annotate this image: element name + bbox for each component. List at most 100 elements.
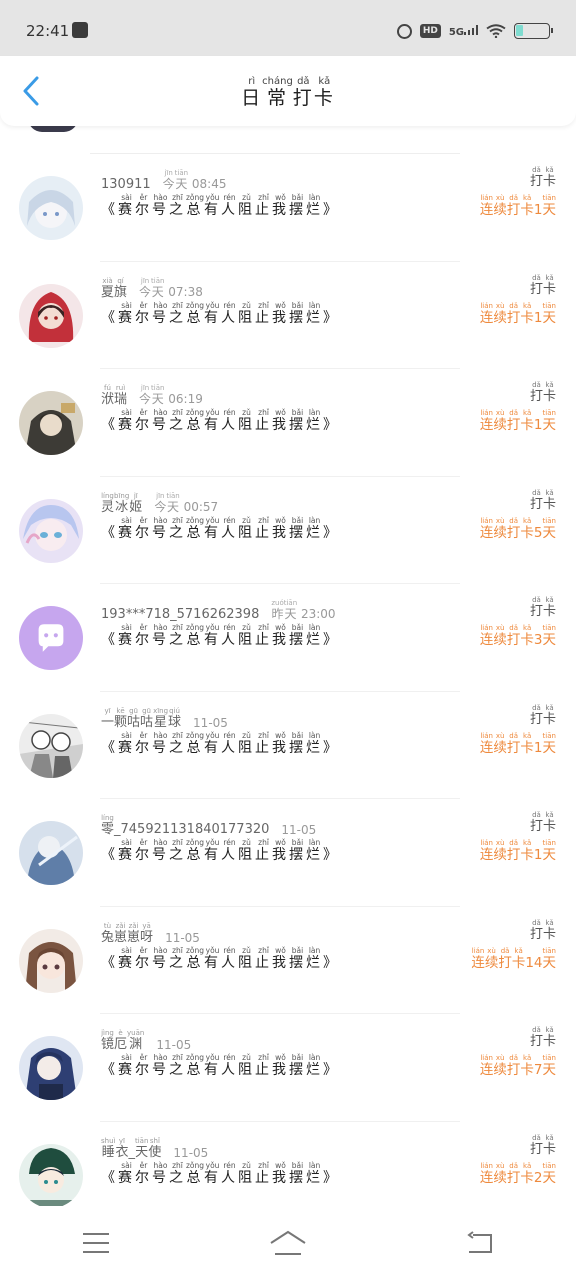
checkin-label: 打dǎ卡kǎ xyxy=(530,166,556,189)
user-name[interactable]: 193***718_5716262398 xyxy=(101,607,259,622)
user-name-char: 睡shuì xyxy=(101,1136,116,1160)
post-title-char: 尔ěr xyxy=(135,515,152,541)
post-title-char: 止zhǐ xyxy=(255,623,273,648)
post-title-text: 《赛sài尔ěr号hào之zhī总zǒng有yǒu人rén阻zǔ止zhǐ我wǒ摆… xyxy=(101,300,341,326)
home-button[interactable] xyxy=(258,1223,318,1263)
avatar[interactable] xyxy=(19,606,83,670)
avatar[interactable] xyxy=(19,1143,83,1208)
avatar[interactable] xyxy=(19,928,83,993)
post-title-text: 《赛sài尔ěr号hào之zhī总zǒng有yǒu人rén阻zǔ止zhǐ我wǒ摆… xyxy=(101,730,341,756)
streak-char: 连lián xyxy=(479,1161,494,1186)
post-time-char: 今jīn xyxy=(139,276,152,299)
user-name[interactable]: 镜jìng厄è渊yuān xyxy=(101,1029,144,1052)
back-nav-button[interactable] xyxy=(450,1223,510,1263)
post-title[interactable]: 《赛sài尔ěr号hào之zhī总zǒng有yǒu人rén阻zǔ止zhǐ我wǒ摆… xyxy=(101,193,340,219)
post-title-char: 之zhī xyxy=(169,1160,186,1186)
streak-char: 天tiān xyxy=(542,946,557,971)
avatar[interactable] xyxy=(19,821,83,885)
post-title-char: 我wǒ xyxy=(272,730,290,756)
post-title[interactable]: 《赛sài尔ěr号hào之zhī总zǒng有yǒu人rén阻zǔ止zhǐ我wǒ摆… xyxy=(101,1053,340,1079)
post-time: 昨zuó天tiān 23:00 xyxy=(271,599,335,622)
post-time: 11-05 xyxy=(281,823,316,837)
post-title-char: 有yǒu xyxy=(204,1160,222,1186)
post-time-char: 昨zuó xyxy=(271,599,284,621)
post-title-char: 止zhǐ xyxy=(255,945,273,971)
post-title-char: 赛sài xyxy=(118,623,135,648)
user-name[interactable]: 一yī颗kē咕gū咕gū星xīng球qiú xyxy=(101,707,181,730)
user-name[interactable]: 130911 xyxy=(101,177,151,192)
post-title-char: 烂làn xyxy=(306,408,324,433)
post-title-char: 《 xyxy=(101,739,118,756)
avatar[interactable] xyxy=(19,498,83,563)
post-title[interactable]: 《赛sài尔ěr号hào之zhī总zǒng有yǒu人rén阻zǔ止zhǐ我wǒ摆… xyxy=(101,838,340,864)
user-name[interactable]: 夏xià旗qí xyxy=(101,277,127,300)
checkin-row[interactable]: 一yī颗kē咕gū咕gū星xīng球qiú 11-05 《赛sài尔ěr号hào之z… xyxy=(0,692,576,799)
user-line: 130911 今jīn天tiān 08:45 xyxy=(101,168,226,192)
checkin-row[interactable]: 130911 今jīn天tiān 08:45 《赛sài尔ěr号hào之zhī总zǒ… xyxy=(0,154,576,262)
alarm-icon xyxy=(396,23,412,39)
avatar[interactable] xyxy=(19,1036,83,1100)
checkin-label-char: 打dǎ xyxy=(529,1133,543,1157)
checkin-label-char: 打dǎ xyxy=(529,166,543,189)
post-title[interactable]: 《赛sài尔ěr号hào之zhī总zǒng有yǒu人rén阻zǔ止zhǐ我wǒ摆… xyxy=(101,945,341,972)
checkin-row[interactable]: 洑fú瑞ruì 今jīn天tiān 06:19 《赛sài尔ěr号hào之zhī总z… xyxy=(0,369,576,477)
checkin-row[interactable]: 灵líng冰bīng姬jī 今jīn天tiān 00:57 《赛sài尔ěr号hào… xyxy=(0,477,576,584)
user-line: 193***718_5716262398 昨zuó天tiān 23:00 xyxy=(101,598,336,622)
post-title[interactable]: 《赛sài尔ěr号hào之zhī总zǒng有yǒu人rén阻zǔ止zhǐ我wǒ摆… xyxy=(101,408,340,434)
user-name[interactable]: 洑fú瑞ruì xyxy=(101,384,127,407)
checkin-label-char: 卡kǎ xyxy=(542,596,556,619)
streak-char: 连lián xyxy=(479,624,494,648)
avatar[interactable] xyxy=(19,713,83,778)
post-title-char: 有yǒu xyxy=(204,515,222,541)
streak-char: 续xù xyxy=(493,409,507,433)
streak-days: 1 xyxy=(533,202,543,218)
post-title-char: 》 xyxy=(323,309,341,326)
checkin-row[interactable]: 兔tù崽zǎi崽zǎi呀yā 11-05 《赛sài尔ěr号hào之zhī总zǒng… xyxy=(0,907,576,1014)
checkin-row[interactable]: 镜jìng厄è渊yuān 11-05 《赛sài尔ěr号hào之zhī总zǒng有y… xyxy=(0,1014,576,1122)
checkin-row[interactable]: 夏xià旗qí 今jīn天tiān 07:38 《赛sài尔ěr号hào之zhī总z… xyxy=(0,262,576,369)
post-title-char: 阻zǔ xyxy=(238,623,256,648)
user-name[interactable]: 零líng_745921131840177320 xyxy=(101,814,269,837)
status-bar: 22:41 HD 5G xyxy=(0,0,576,56)
post-time-char: 07:38 xyxy=(164,284,203,299)
post-title[interactable]: 《赛sài尔ěr号hào之zhī总zǒng有yǒu人rén阻zǔ止zhǐ我wǒ摆… xyxy=(101,515,340,542)
user-name-char: 厄è xyxy=(114,1029,128,1052)
avatar[interactable] xyxy=(19,391,83,455)
user-name[interactable]: 兔tù崽zǎi崽zǎi呀yā xyxy=(101,922,153,945)
streak-char: 天tiān xyxy=(542,1054,557,1078)
checkin-row[interactable]: 零líng_745921131840177320 11-05 《赛sài尔ěr号hà… xyxy=(0,799,576,907)
post-title-text: 《赛sài尔ěr号hào之zhī总zǒng有yǒu人rén阻zǔ止zhǐ我wǒ摆… xyxy=(101,1160,341,1186)
post-title-char: 》 xyxy=(323,739,341,756)
post-time: 11-05 xyxy=(156,1038,191,1052)
post-title-char: 总zǒng xyxy=(186,945,205,971)
post-title-char: 总zǒng xyxy=(186,1160,205,1186)
post-title-char: 赛sài xyxy=(118,408,135,433)
streak-char: 续xù xyxy=(493,839,507,863)
checkin-row[interactable]: 193***718_5716262398 昨zuó天tiān 23:00 《赛sài… xyxy=(0,584,576,692)
user-name-char: 旗qí xyxy=(114,276,128,300)
post-title[interactable]: 《赛sài尔ěr号hào之zhī总zǒng有yǒu人rén阻zǔ止zhǐ我wǒ摆… xyxy=(101,1160,341,1187)
title-char: 常cháng xyxy=(262,76,293,109)
streak-char: 卡kǎ xyxy=(511,946,526,971)
menu-button[interactable] xyxy=(66,1223,126,1263)
post-title[interactable]: 《赛sài尔ěr号hào之zhī总zǒng有yǒu人rén阻zǔ止zhǐ我wǒ摆… xyxy=(101,623,341,649)
post-title-char: 》 xyxy=(323,632,341,648)
checkin-label-char: 卡kǎ xyxy=(542,703,556,727)
post-title-char: 》 xyxy=(323,1169,341,1186)
hd-icon: HD xyxy=(419,24,441,38)
avatar[interactable] xyxy=(19,283,83,348)
user-name[interactable]: 灵líng冰bīng姬jī xyxy=(101,492,142,515)
streak-char: 卡kǎ xyxy=(520,1161,534,1186)
post-title-char: 《 xyxy=(101,417,118,433)
post-title[interactable]: 《赛sài尔ěr号hào之zhī总zǒng有yǒu人rén阻zǔ止zhǐ我wǒ摆… xyxy=(101,730,341,757)
user-name[interactable]: 睡shuì衣yī_天tiān使shǐ xyxy=(101,1137,161,1160)
streak-char: 连lián xyxy=(479,731,494,756)
post-title-char: 》 xyxy=(323,954,341,971)
post-title-char: 有yǒu xyxy=(204,838,222,863)
post-title-char: 尔ěr xyxy=(135,300,152,326)
streak-days: 1 xyxy=(533,847,543,863)
post-title[interactable]: 《赛sài尔ěr号hào之zhī总zǒng有yǒu人rén阻zǔ止zhǐ我wǒ摆… xyxy=(101,300,341,327)
avatar[interactable] xyxy=(19,176,83,240)
post-time-char: 天tiān xyxy=(283,599,298,621)
battery-icon xyxy=(514,23,553,39)
